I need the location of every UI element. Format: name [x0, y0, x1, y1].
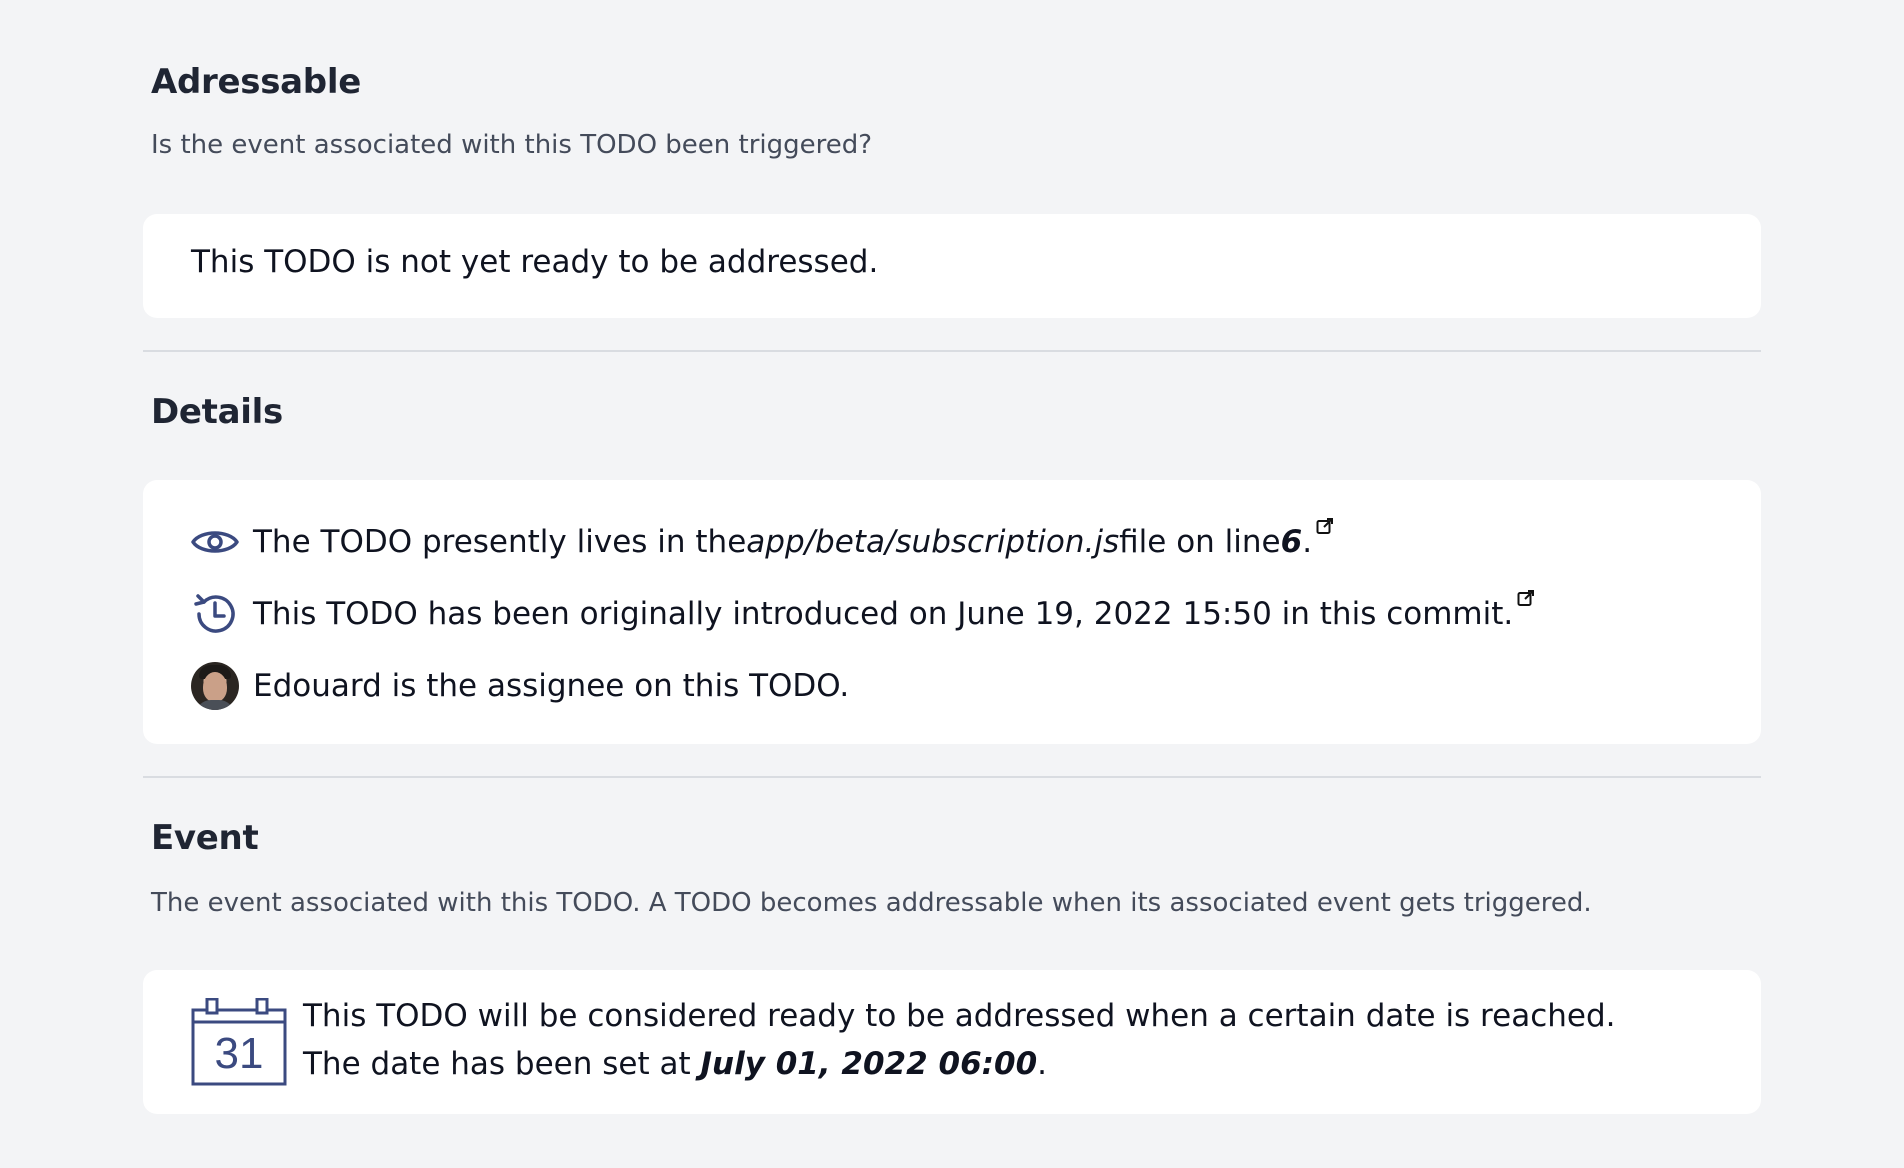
- location-prefix: The TODO presently lives in the: [253, 524, 747, 560]
- external-link-icon[interactable]: [1517, 579, 1535, 606]
- assignee-text: Edouard is the assignee on this TODO.: [253, 668, 850, 704]
- event-line-1: This TODO will be considered ready to be…: [303, 998, 1616, 1034]
- external-link-icon[interactable]: [1316, 507, 1334, 534]
- divider: [143, 350, 1761, 352]
- divider: [143, 776, 1761, 778]
- addressable-status-text: This TODO is not yet ready to be address…: [191, 244, 879, 280]
- location-suffix: .: [1302, 524, 1313, 560]
- event-line-2-suffix: .: [1037, 1046, 1048, 1082]
- event-description: The event associated with this TODO. A T…: [151, 888, 1592, 918]
- details-card: The TODO presently lives in the app/beta…: [143, 480, 1761, 744]
- location-row: The TODO presently lives in the app/beta…: [191, 518, 1334, 566]
- file-link[interactable]: app/beta/subscription.js: [746, 524, 1119, 560]
- event-date: July 01, 2022 06:00: [700, 1046, 1038, 1082]
- history-text: This TODO has been originally introduced…: [253, 596, 1514, 632]
- history-clock-icon: [191, 590, 239, 638]
- location-middle: file on line: [1119, 524, 1281, 560]
- event-card: 31 This TODO will be considered ready to…: [143, 970, 1761, 1114]
- addressable-title: Adressable: [151, 62, 361, 102]
- history-row: This TODO has been originally introduced…: [191, 590, 1535, 638]
- event-line-2-prefix: The date has been set at: [303, 1046, 701, 1082]
- line-number: 6: [1280, 524, 1303, 560]
- addressable-status-card: This TODO is not yet ready to be address…: [143, 214, 1761, 318]
- assignee-row: Edouard is the assignee on this TODO.: [191, 662, 849, 710]
- calendar-day: 31: [214, 1029, 264, 1078]
- calendar-icon: 31: [191, 997, 287, 1086]
- addressable-description: Is the event associated with this TODO b…: [151, 130, 873, 160]
- event-line-2: The date has been set at July 01, 2022 0…: [303, 1046, 1047, 1082]
- avatar: [191, 662, 239, 710]
- details-title: Details: [151, 392, 283, 432]
- event-title: Event: [151, 818, 259, 858]
- eye-icon: [191, 518, 239, 566]
